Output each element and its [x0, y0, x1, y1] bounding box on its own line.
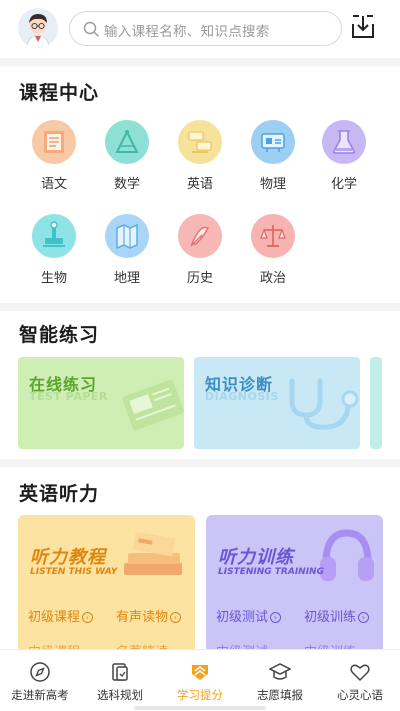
listening-card-subtitle: LISTEN THIS WAY — [30, 567, 118, 577]
download-icon[interactable] — [350, 14, 376, 40]
chevron-right-icon: › — [170, 612, 182, 623]
course-label: 历史 — [186, 271, 213, 286]
course-item-chemistry[interactable]: 化学 — [314, 120, 374, 192]
english-icon — [178, 120, 222, 164]
avatar[interactable] — [18, 8, 58, 48]
tab-application[interactable]: 志愿填报 — [240, 650, 320, 711]
biology-icon — [32, 214, 76, 258]
listening-card-title: 听力训练 — [218, 547, 294, 568]
tab-label: 心灵心语 — [337, 688, 383, 702]
course-label: 化学 — [330, 177, 357, 192]
tab-label: 选科规划 — [97, 688, 143, 702]
stethoscope-icon — [289, 378, 359, 430]
link-beginner-test[interactable]: 初级测试 › — [216, 606, 282, 625]
section-divider — [0, 459, 400, 467]
tab-new-gaokao[interactable]: 走进新高考 — [0, 650, 80, 711]
listening-card-training[interactable]: 听力训练 LISTENING TRAINING 初级测试› 初级训练› 中级测试… — [206, 515, 383, 655]
home-indicator — [134, 706, 266, 710]
course-label: 数学 — [113, 177, 140, 192]
search-icon — [83, 21, 99, 37]
books-icon — [124, 531, 182, 575]
chevron-right-icon: › — [270, 612, 282, 623]
test-paper-icon — [122, 379, 184, 431]
link-beginner-training[interactable]: 初级训练 › — [304, 606, 370, 625]
practice-card-peek[interactable] — [370, 357, 382, 449]
course-item-history[interactable]: 历史 — [170, 214, 230, 286]
search-input[interactable]: 输入课程名称、知识点搜索 — [104, 20, 270, 40]
tab-bar: 走进新高考 选科规划 学习提分 志愿填报 心灵心语 — [0, 649, 400, 711]
heart-icon — [349, 661, 371, 683]
chinese-icon — [32, 120, 76, 164]
tab-subject-plan[interactable]: 选科规划 — [80, 650, 160, 711]
compass-icon — [29, 661, 51, 683]
course-label: 地理 — [113, 271, 140, 286]
link-beginner-course[interactable]: 初级课程 › — [28, 606, 94, 625]
link-audiobooks[interactable]: 有声读物 › — [116, 606, 182, 625]
math-icon — [105, 120, 149, 164]
course-center-title: 课程中心 — [19, 82, 100, 104]
chemistry-icon — [322, 120, 366, 164]
practice-card-subtitle: TEST PAPER — [29, 390, 108, 403]
course-item-physics[interactable]: 物理 — [243, 120, 303, 192]
course-label: 语文 — [40, 177, 67, 192]
headphones-icon — [320, 529, 374, 581]
tab-label: 学习提分 — [177, 688, 223, 702]
listening-card-tutorial[interactable]: 听力教程 LISTEN THIS WAY 初级课程› 有声读物› 中级课程 名著… — [18, 515, 195, 655]
section-divider — [0, 303, 400, 311]
chevron-right-icon: › — [82, 612, 94, 623]
course-label: 生物 — [40, 271, 67, 286]
graduation-cap-icon — [268, 661, 292, 683]
listening-card-title: 听力教程 — [30, 547, 106, 568]
tab-study[interactable]: 学习提分 — [160, 650, 240, 711]
history-icon — [178, 214, 222, 258]
practice-card-online[interactable]: 在线练习 TEST PAPER — [18, 357, 184, 449]
course-item-biology[interactable]: 生物 — [24, 214, 84, 286]
listening-title: 英语听力 — [19, 483, 100, 505]
tab-heart-talk[interactable]: 心灵心语 — [320, 650, 400, 711]
course-item-geography[interactable]: 地理 — [97, 214, 157, 286]
tab-label: 志愿填报 — [257, 688, 303, 702]
physics-icon — [251, 120, 295, 164]
plan-icon — [109, 661, 131, 683]
course-item-math[interactable]: 数学 — [97, 120, 157, 192]
geography-icon — [105, 214, 149, 258]
tab-label: 走进新高考 — [11, 688, 69, 702]
course-item-chinese[interactable]: 语文 — [24, 120, 84, 192]
chevron-right-icon: › — [358, 612, 370, 623]
search-bar[interactable]: 输入课程名称、知识点搜索 — [69, 11, 342, 46]
course-label: 英语 — [186, 177, 213, 192]
course-item-politics[interactable]: 政治 — [243, 214, 303, 286]
header: 输入课程名称、知识点搜索 — [0, 0, 400, 58]
practice-card-diagnosis[interactable]: 知识诊断 DIAGNOSIS — [194, 357, 360, 449]
course-label: 物理 — [259, 177, 286, 192]
study-icon — [189, 661, 211, 683]
course-item-english[interactable]: 英语 — [170, 120, 230, 192]
listening-card-subtitle: LISTENING TRAINING — [218, 567, 324, 577]
practice-title: 智能练习 — [19, 324, 100, 346]
section-divider — [0, 58, 400, 66]
course-label: 政治 — [259, 271, 286, 286]
politics-icon — [251, 214, 295, 258]
practice-card-subtitle: DIAGNOSIS — [205, 390, 279, 403]
